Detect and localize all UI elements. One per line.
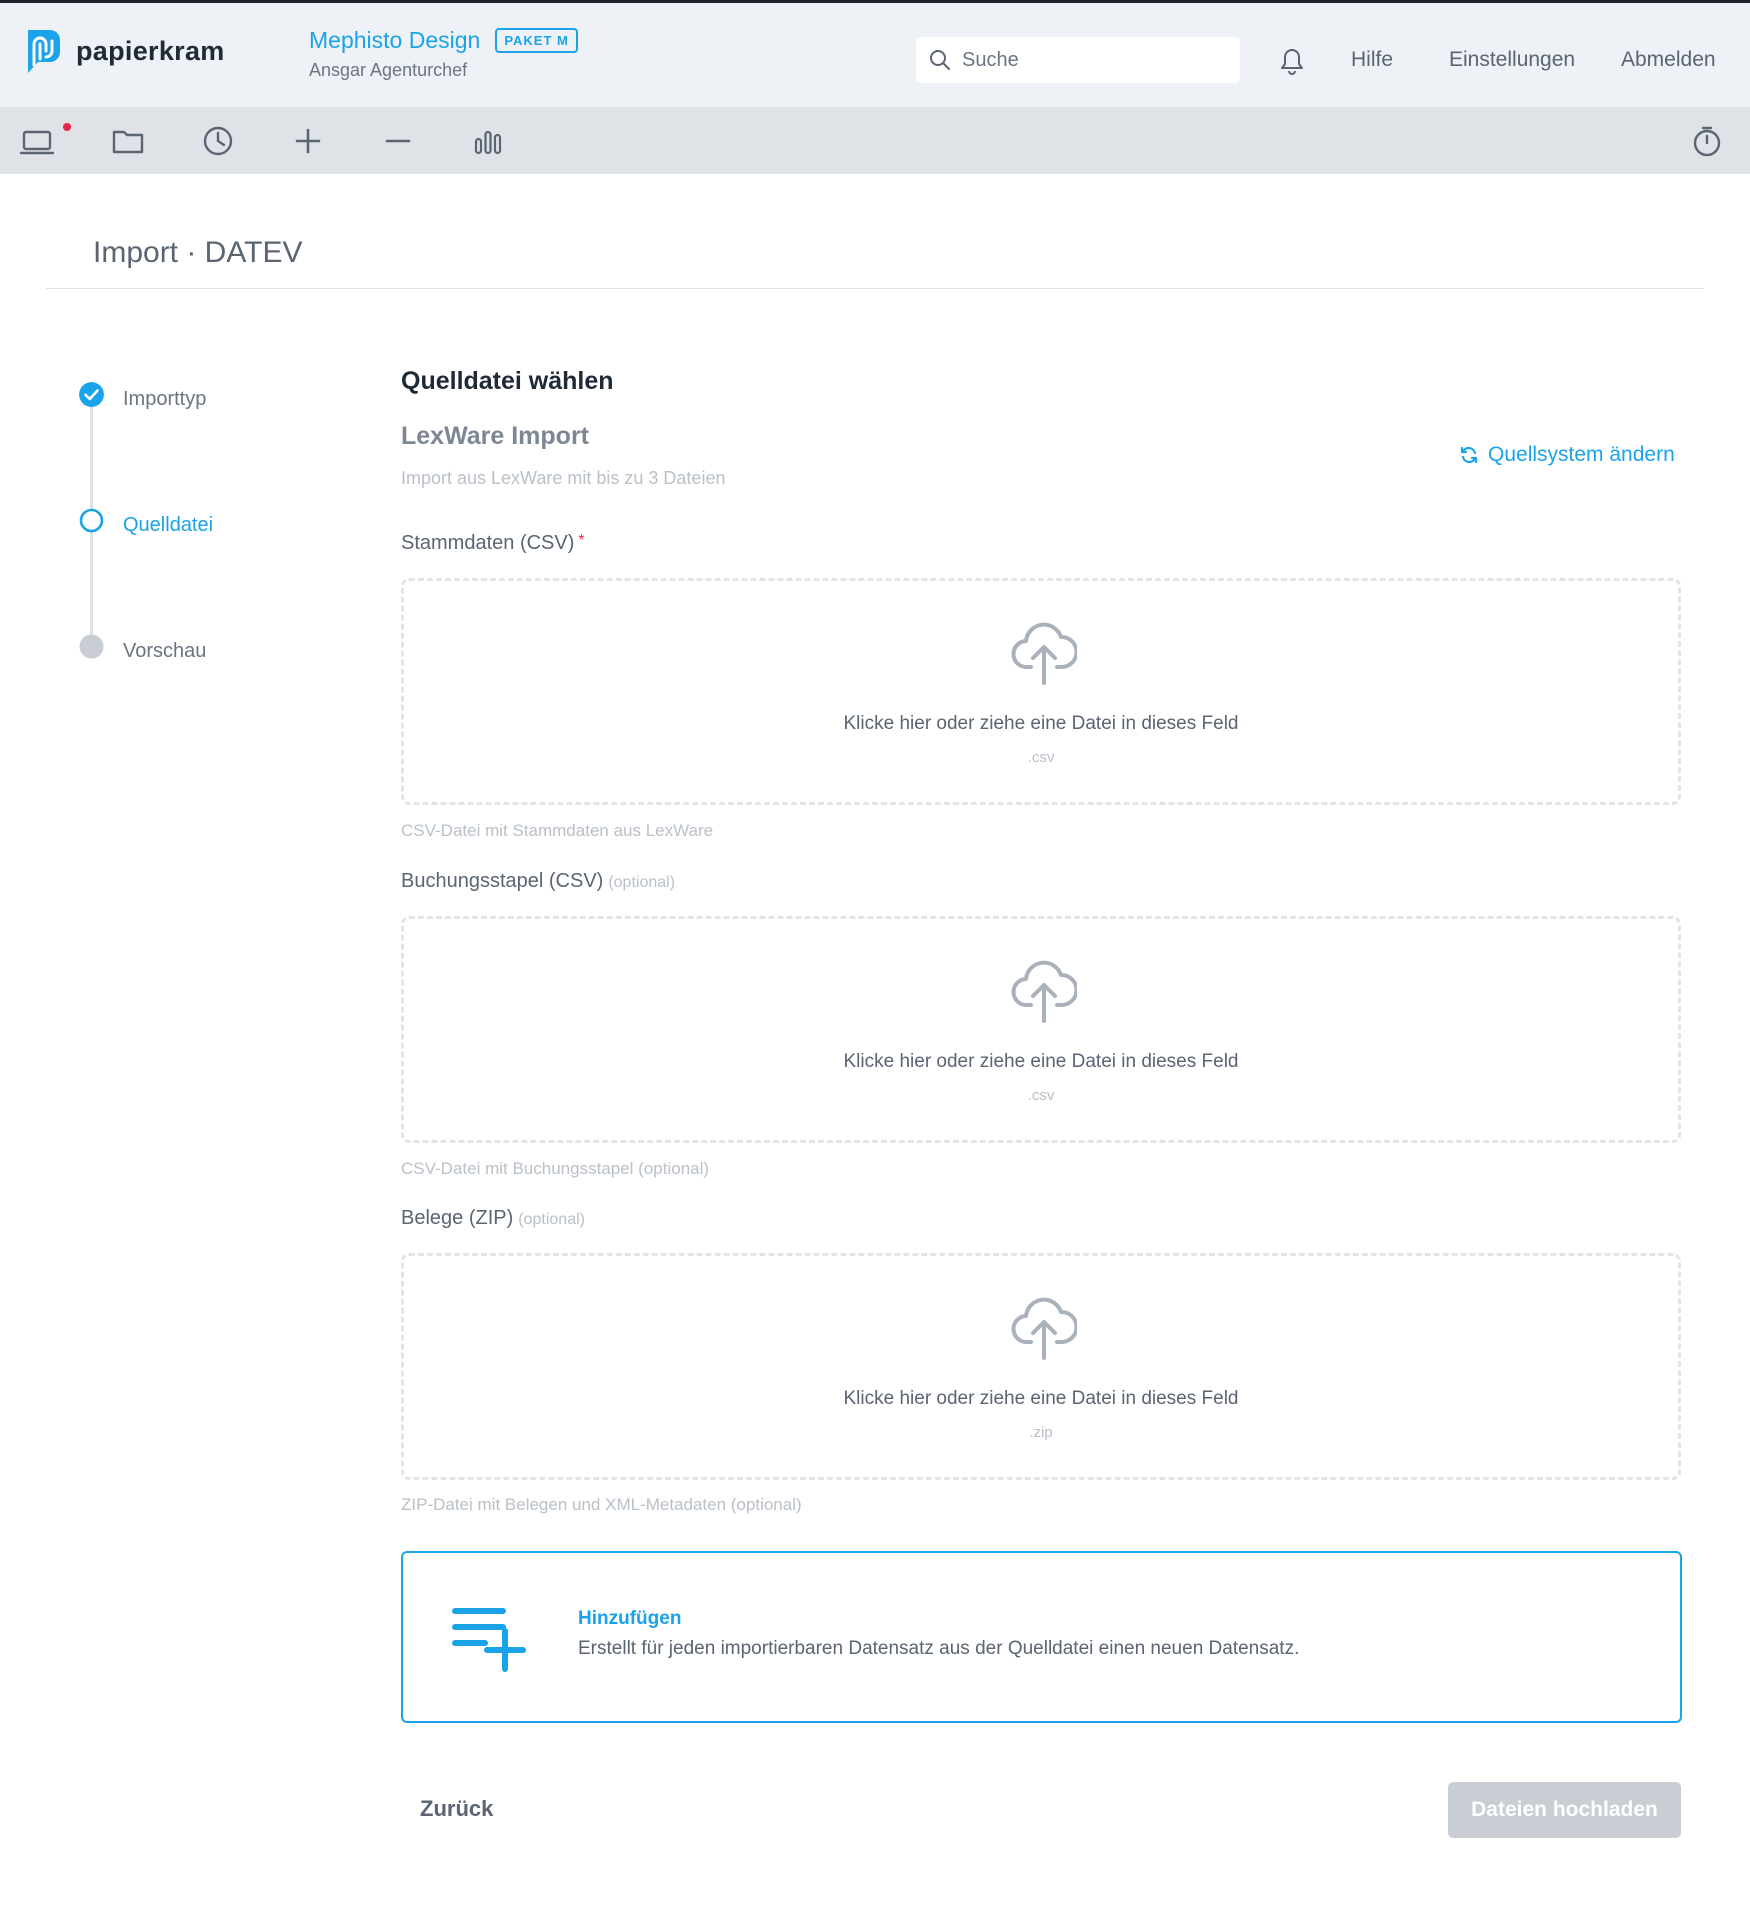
quick-toolbar	[0, 107, 1750, 174]
field-label-stammdaten: Stammdaten (CSV) *	[401, 532, 585, 555]
cloud-upload-icon	[1011, 960, 1077, 1023]
dropzone-belege[interactable]: Klicke hier oder ziehe eine Datei in die…	[401, 1253, 1681, 1480]
optional-marker: (optional)	[608, 874, 676, 891]
user-name: Ansgar Agenturchef	[309, 60, 468, 80]
papierkram-logo-icon	[28, 30, 60, 73]
bell-icon[interactable]	[1279, 47, 1305, 75]
bar-chart-icon[interactable]	[470, 123, 506, 159]
nav-einstellungen[interactable]: Einstellungen	[1449, 48, 1575, 72]
step-active-circle-icon	[79, 508, 104, 533]
dropzone-buchungsstapel[interactable]: Klicke hier oder ziehe eine Datei in die…	[401, 916, 1681, 1143]
step-done-check-icon	[79, 382, 104, 407]
import-source-description: Import aus LexWare mit bis zu 3 Dateien	[401, 468, 726, 488]
change-source-label: Quellsystem ändern	[1488, 443, 1675, 466]
import-mode-title: Hinzufügen	[578, 1608, 682, 1629]
change-source-link[interactable]: Quellsystem ändern	[1459, 443, 1675, 467]
clock-icon[interactable]	[200, 123, 236, 159]
field-label-text: Belege (ZIP)	[401, 1207, 514, 1229]
cloud-upload-icon	[1011, 1297, 1077, 1360]
search-input[interactable]	[962, 48, 1222, 72]
optional-marker: (optional)	[518, 1211, 585, 1228]
title-divider	[46, 288, 1704, 289]
laptop-icon[interactable]	[19, 123, 55, 159]
upload-files-button[interactable]: Dateien hochladen	[1448, 1782, 1681, 1838]
nav-abmelden[interactable]: Abmelden	[1621, 48, 1716, 72]
field-help-belege: ZIP-Datei mit Belegen und XML-Metadaten …	[401, 1495, 802, 1514]
back-button[interactable]: Zurück	[420, 1796, 493, 1822]
dropzone-extension: .zip	[1029, 1424, 1053, 1441]
import-mode-add-card[interactable]: Hinzufügen Erstellt für jeden importierb…	[401, 1551, 1682, 1723]
step-pending-circle-icon	[79, 634, 104, 659]
minus-icon[interactable]	[380, 123, 416, 159]
import-source-title: LexWare Import	[401, 422, 590, 450]
company-name[interactable]: Mephisto Design	[309, 27, 480, 54]
logo-text: papierkram	[76, 35, 225, 66]
step-vorschau: Vorschau	[123, 640, 207, 662]
playlist-add-icon	[452, 1608, 526, 1672]
required-marker: *	[578, 532, 585, 549]
dropzone-extension: .csv	[1027, 1087, 1055, 1104]
refresh-icon	[1460, 446, 1478, 464]
cloud-upload-icon	[1011, 622, 1077, 685]
logo[interactable]: papierkram	[20, 27, 225, 75]
import-mode-description: Erstellt für jeden importierbaren Datens…	[578, 1638, 1300, 1659]
dropzone-text: Klicke hier oder ziehe eine Datei in die…	[843, 1388, 1239, 1409]
folder-icon[interactable]	[110, 123, 146, 159]
field-label-buchungsstapel: Buchungsstapel (CSV) (optional)	[401, 870, 675, 893]
search-icon	[930, 50, 950, 70]
search-box[interactable]	[916, 37, 1240, 83]
field-help-buchungsstapel: CSV-Datei mit Buchungsstapel (optional)	[401, 1159, 710, 1178]
section-heading: Quelldatei wählen	[401, 367, 614, 395]
dropzone-text: Klicke hier oder ziehe eine Datei in die…	[843, 1051, 1239, 1072]
plan-badge: PAKET M	[495, 28, 578, 53]
step-quelldatei: Quelldatei	[123, 514, 214, 536]
field-label-text: Stammdaten (CSV)	[401, 532, 575, 554]
dropzone-extension: .csv	[1027, 749, 1055, 766]
page-title: Import · DATEV	[93, 236, 303, 269]
dropzone-stammdaten[interactable]: Klicke hier oder ziehe eine Datei in die…	[401, 578, 1681, 805]
field-label-belege: Belege (ZIP) (optional)	[401, 1207, 585, 1230]
field-label-text: Buchungsstapel (CSV)	[401, 870, 604, 892]
nav-hilfe[interactable]: Hilfe	[1351, 48, 1393, 72]
dropzone-text: Klicke hier oder ziehe eine Datei in die…	[843, 713, 1239, 734]
plus-icon[interactable]	[290, 123, 326, 159]
top-header: papierkram Mephisto Design PAKET M Ansga…	[0, 0, 1750, 107]
step-importtyp[interactable]: Importtyp	[123, 388, 206, 411]
stopwatch-icon[interactable]	[1689, 123, 1725, 159]
company-switcher[interactable]: Mephisto Design PAKET M Ansgar Agenturch…	[309, 27, 578, 81]
notification-dot	[63, 123, 71, 131]
field-help-stammdaten: CSV-Datei mit Stammdaten aus LexWare	[401, 821, 714, 840]
